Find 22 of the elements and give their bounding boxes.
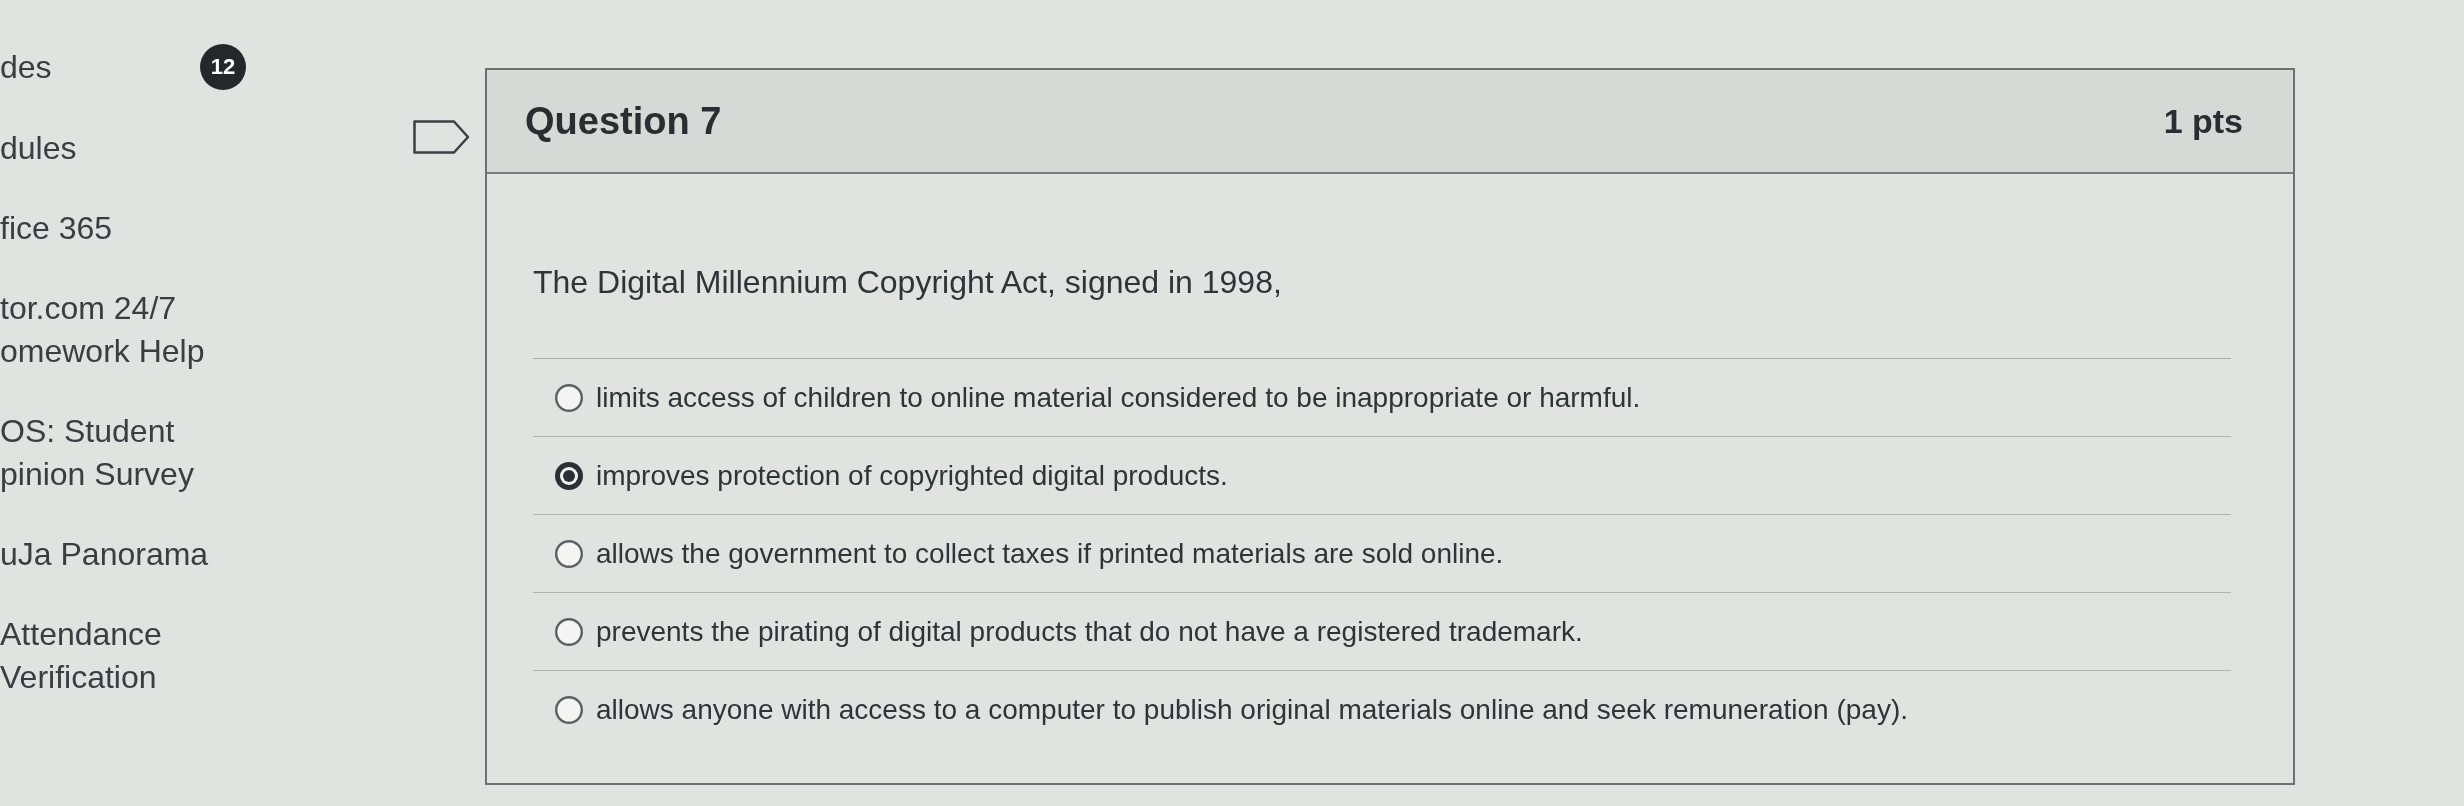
radio-button[interactable] [555, 617, 583, 646]
radio-button[interactable] [555, 383, 583, 412]
answer-text[interactable]: improves protection of copyrighted digital products. [596, 457, 1228, 494]
nav-link[interactable]: fice 365 [0, 207, 113, 250]
count-badge: 12 [200, 44, 246, 90]
answer-text[interactable]: allows anyone with access to a computer to publish original materials online and seek remuneration (pay). [596, 691, 1909, 728]
radio-button[interactable] [555, 695, 583, 724]
question-text: The Digital Millennium Copyright Act, signed in 1998, [533, 262, 2231, 359]
answer-text[interactable]: allows the government to collect taxes if printed materials are sold online. [596, 535, 1504, 572]
points-label: 1 pts [2163, 101, 2243, 141]
nav-link[interactable]: OS: Student pinion Survey [0, 410, 194, 496]
nav-link[interactable]: uJa Panorama [0, 533, 209, 576]
nav-link[interactable]: des [0, 45, 52, 89]
nav-link[interactable]: tor.com 24/7 omework Help [0, 287, 205, 373]
nav-link[interactable]: dules [0, 127, 77, 170]
radio-button[interactable] [555, 461, 583, 490]
nav-link[interactable]: Attendance Verification [0, 613, 162, 699]
answer-text[interactable]: limits access of children to online material considered to be inappropriate or harmful. [596, 379, 1641, 416]
radio-button[interactable] [555, 539, 583, 568]
question-title: Question 7 [525, 99, 722, 143]
tag-icon[interactable] [413, 120, 470, 154]
answer-text[interactable]: prevents the pirating of digital products that do not have a registered trademark. [596, 613, 1583, 650]
